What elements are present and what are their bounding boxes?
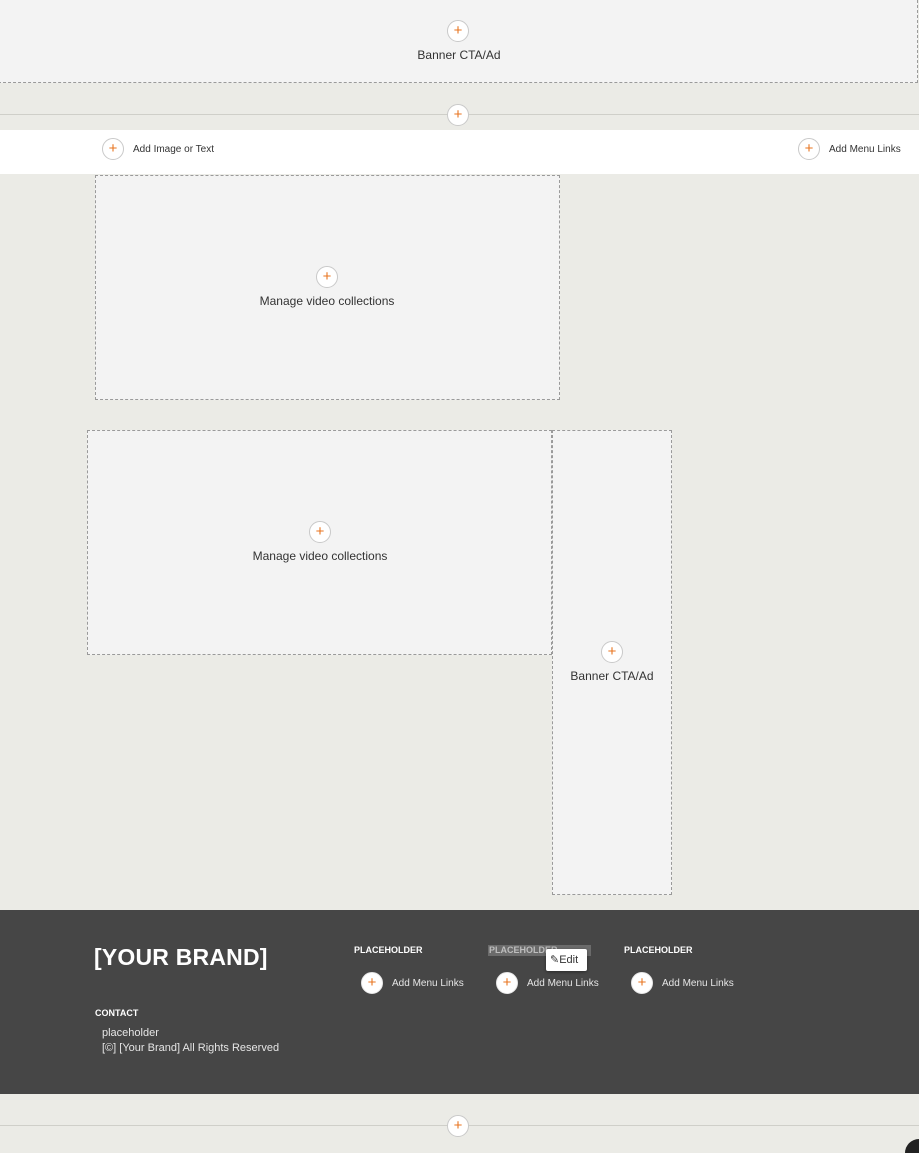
add-side-banner-button[interactable]: + <box>601 641 623 663</box>
footer: [YOUR BRAND] PLACEHOLDER PLACEHOLDER PLA… <box>0 910 919 1094</box>
add-section-button[interactable]: + <box>447 104 469 126</box>
add-menu-links-label: Add Menu Links <box>829 144 901 155</box>
add-video-collection-button-2[interactable]: + <box>309 521 331 543</box>
footer-add-menu-links-label-3: Add Menu Links <box>662 978 734 989</box>
video-collection-label-1: Manage video collections <box>259 294 395 308</box>
add-image-or-text-button[interactable]: + <box>102 138 124 160</box>
footer-add-menu-links-button-2[interactable]: + <box>496 972 518 994</box>
add-video-collection-button-1[interactable]: + <box>316 266 338 288</box>
window-corner <box>905 1139 919 1153</box>
footer-add-menu-links-button-3[interactable]: + <box>631 972 653 994</box>
add-image-or-text-label: Add Image or Text <box>133 144 214 155</box>
side-banner-label: Banner CTA/Ad <box>570 669 654 683</box>
add-top-banner-button[interactable]: + <box>447 20 469 42</box>
pencil-icon: ✎ <box>550 954 560 966</box>
edit-label: Edit <box>559 954 579 966</box>
footer-add-menu-links-button-1[interactable]: + <box>361 972 383 994</box>
add-bottom-section-button[interactable]: + <box>447 1115 469 1137</box>
top-banner-label: Banner CTA/Ad <box>417 48 501 62</box>
footer-contact-text: placeholder <box>102 1027 159 1039</box>
edit-button[interactable]: ✎Edit <box>546 949 587 971</box>
footer-brand: [YOUR BRAND] <box>94 944 268 970</box>
nav-bar: + Add Image or Text + Add Menu Links <box>0 130 919 174</box>
footer-add-menu-links-label-2: Add Menu Links <box>527 978 599 989</box>
footer-column-heading-1: PLACEHOLDER <box>354 945 423 955</box>
add-menu-links-button[interactable]: + <box>798 138 820 160</box>
footer-add-menu-links-label-1: Add Menu Links <box>392 978 464 989</box>
footer-contact-heading: CONTACT <box>95 1008 139 1018</box>
footer-column-heading-3: PLACEHOLDER <box>624 945 693 955</box>
video-collection-label-2: Manage video collections <box>252 549 388 563</box>
footer-copyright: [©] [Your Brand] All Rights Reserved <box>102 1042 280 1054</box>
